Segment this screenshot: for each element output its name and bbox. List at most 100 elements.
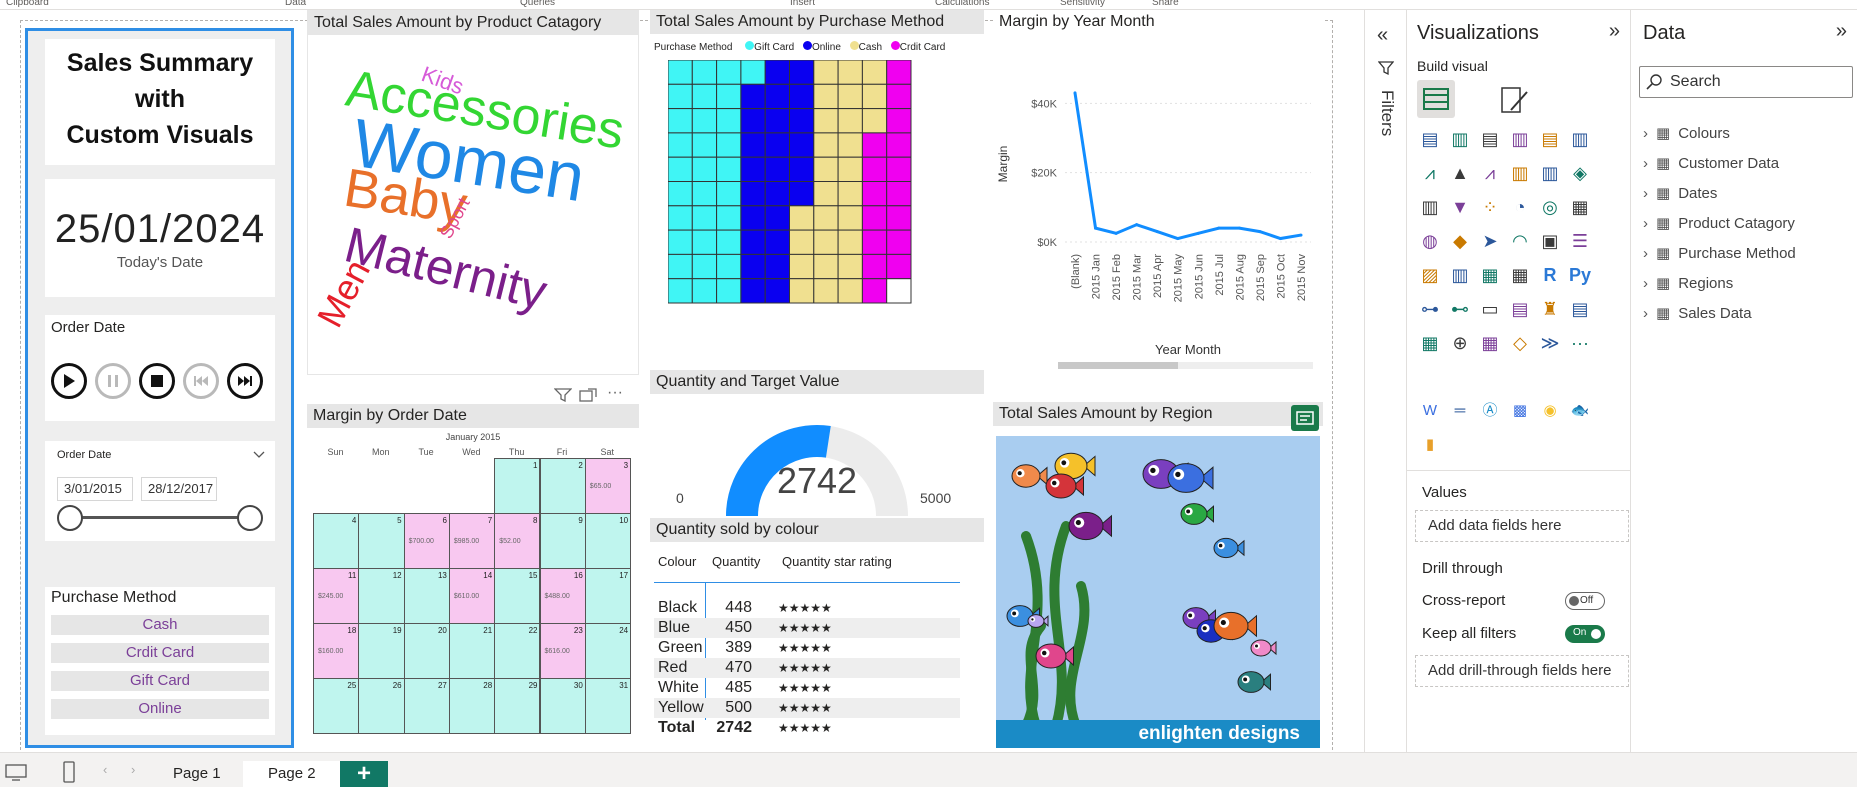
calendar-day-cell[interactable]: 19	[358, 623, 405, 679]
expand-right-icon[interactable]: »	[1836, 20, 1847, 43]
calendar-day-cell[interactable]: 4	[313, 513, 360, 569]
visual-type-icon[interactable]: ⩘	[1479, 162, 1501, 184]
waffle-cell[interactable]	[764, 229, 790, 255]
calendar-day-cell[interactable]: 18 $160.00	[313, 623, 360, 679]
waffle-cell[interactable]	[813, 83, 839, 110]
waffle-cell[interactable]	[740, 132, 766, 158]
waffle-cell[interactable]	[861, 181, 888, 207]
visual-type-icon[interactable]: ▣	[1539, 230, 1561, 252]
waffle-cell[interactable]	[861, 83, 888, 110]
range-end-input[interactable]: 28/12/2017	[141, 477, 217, 501]
visual-type-icon[interactable]: ▼	[1449, 196, 1471, 218]
waffle-cell[interactable]	[837, 229, 863, 255]
visual-type-icon[interactable]: ➤	[1479, 230, 1501, 252]
waffle-cell[interactable]	[668, 108, 693, 134]
waffle-cell[interactable]	[740, 60, 766, 85]
table-row[interactable]: Black 448 ★★★★★	[654, 598, 960, 618]
line-point[interactable]	[1155, 230, 1159, 234]
waffle-cell[interactable]	[813, 132, 839, 158]
line-point[interactable]	[1135, 223, 1139, 227]
waffle-cell[interactable]	[716, 132, 742, 158]
calendar-day-cell[interactable]: 21	[448, 623, 496, 679]
visual-type-icon[interactable]: Py	[1569, 264, 1591, 286]
visual-type-icon[interactable]: ▥	[1419, 196, 1441, 218]
line-point[interactable]	[1114, 231, 1118, 235]
visual-type-icon[interactable]: ♜	[1539, 298, 1561, 320]
waffle-cell[interactable]	[813, 181, 839, 207]
calendar-day-cell[interactable]: 23 $616.00	[539, 623, 586, 679]
wordcloud-visual[interactable]: Total Sales Amount by Product Catagory K…	[307, 10, 639, 375]
chevron-right-icon[interactable]: ›	[1643, 245, 1648, 262]
values-dropzone[interactable]: Add data fields here	[1415, 510, 1629, 542]
visual-type-icon[interactable]: ▤	[1539, 128, 1561, 150]
waffle-cell[interactable]	[789, 205, 815, 231]
calendar-day-cell[interactable]: 7 $985.00	[448, 513, 496, 569]
slicer-item-gift-card[interactable]: Gift Card	[51, 671, 269, 691]
more-options-icon[interactable]: ···	[607, 384, 623, 402]
waffle-cell[interactable]	[789, 83, 815, 110]
line-point[interactable]	[1196, 231, 1200, 235]
play-button[interactable]	[51, 363, 87, 399]
visual-type-icon[interactable]: ⊷	[1449, 298, 1471, 320]
calendar-day-cell[interactable]: 1	[494, 458, 541, 514]
page-tab-2[interactable]: Page 2	[243, 761, 342, 787]
waffle-cell[interactable]	[837, 181, 863, 207]
visual-type-icon[interactable]: ▦	[1569, 196, 1591, 218]
waffle-cell[interactable]	[691, 108, 718, 134]
waffle-cell[interactable]	[716, 205, 742, 231]
waffle-cell[interactable]	[691, 278, 718, 304]
collapse-left-icon[interactable]: «	[1377, 24, 1388, 47]
waffle-cell[interactable]	[813, 156, 839, 182]
visual-type-icon[interactable]: ⊶	[1419, 298, 1441, 320]
calendar-day-cell[interactable]: 2	[539, 458, 586, 514]
calendar-day-cell[interactable]: 9	[539, 513, 586, 569]
waffle-cell[interactable]	[764, 205, 790, 231]
waffle-cell[interactable]	[764, 60, 790, 85]
calendar-day-cell[interactable]: 10	[584, 513, 632, 569]
waffle-cell[interactable]	[716, 156, 742, 182]
waffle-cell[interactable]	[740, 205, 766, 231]
waffle-cell[interactable]	[668, 229, 693, 255]
waffle-cell[interactable]	[861, 156, 888, 182]
visual-type-icon[interactable]: ▥	[1509, 162, 1531, 184]
line-point[interactable]	[1094, 226, 1098, 230]
visual-type-icon[interactable]: ▥	[1449, 264, 1471, 286]
visual-badge-icon[interactable]	[1291, 405, 1319, 431]
waffle-cell[interactable]	[764, 278, 790, 304]
waffle-cell[interactable]	[764, 181, 790, 207]
mobile-layout-icon[interactable]	[62, 761, 76, 783]
table-row[interactable]: Green 389 ★★★★★	[654, 638, 960, 658]
calendar-day-cell[interactable]: 30	[539, 678, 586, 734]
line-point[interactable]	[1237, 226, 1241, 230]
waffle-cell[interactable]	[716, 60, 742, 85]
waffle-cell[interactable]	[837, 205, 863, 231]
calendar-day-cell[interactable]: 5	[358, 513, 405, 569]
waffle-cell[interactable]	[886, 229, 912, 255]
waffle-cell[interactable]	[740, 229, 766, 255]
visual-type-icon[interactable]: R	[1539, 264, 1561, 286]
waffle-cell[interactable]	[861, 278, 888, 304]
waffle-cell[interactable]	[716, 253, 742, 280]
waffle-cell[interactable]	[886, 108, 912, 134]
cross-report-toggle[interactable]: Off	[1565, 592, 1605, 610]
waffle-cell[interactable]	[886, 83, 912, 110]
slicer-item-credit-card[interactable]: Crdit Card	[51, 643, 269, 663]
custom-visual-icon[interactable]: 🐟	[1569, 400, 1591, 422]
previous-button[interactable]	[183, 363, 219, 399]
waffle-cell[interactable]	[886, 205, 912, 231]
waffle-cell[interactable]	[789, 278, 815, 304]
waffle-cell[interactable]	[886, 253, 912, 280]
waffle-cell[interactable]	[789, 60, 815, 85]
calendar-day-cell[interactable]: 14 $610.00	[448, 568, 496, 624]
waffle-cell[interactable]	[716, 83, 742, 110]
custom-visual-icon[interactable]: W	[1419, 400, 1441, 422]
desktop-layout-icon[interactable]	[4, 763, 28, 781]
pause-button[interactable]	[95, 363, 131, 399]
waffle-cell[interactable]	[716, 229, 742, 255]
waffle-cell[interactable]	[861, 132, 888, 158]
waffle-cell[interactable]	[691, 156, 718, 182]
waffle-cell[interactable]	[691, 83, 718, 110]
quantity-table-visual[interactable]: Quantity sold by colour Colour Quantity …	[650, 518, 984, 742]
waffle-cell[interactable]	[691, 205, 718, 231]
page-tab-bar[interactable]: ‹ › Page 1 Page 2 +	[0, 752, 1857, 787]
